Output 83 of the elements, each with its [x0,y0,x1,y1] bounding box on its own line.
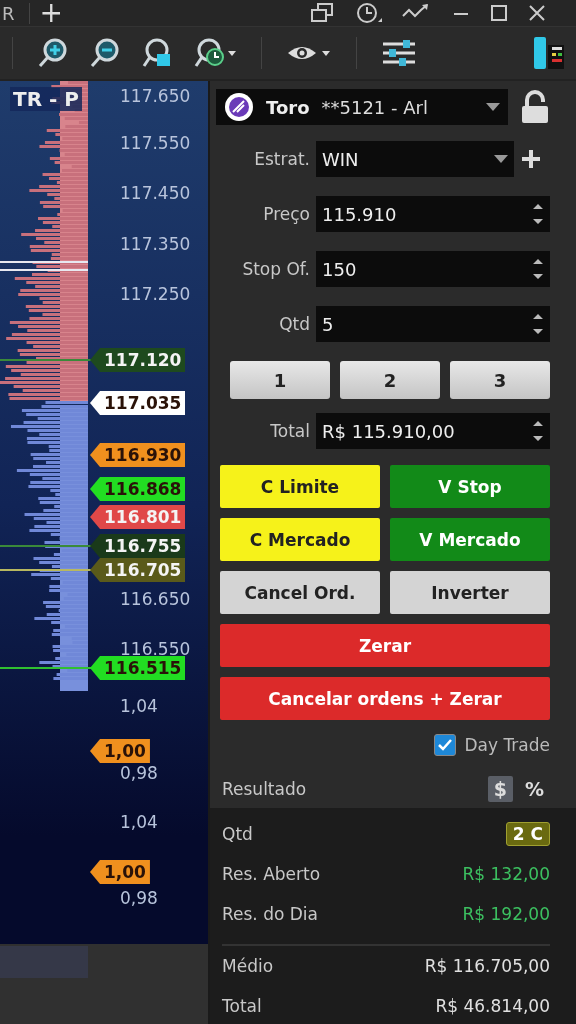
stat-value: R$ 132,00 [462,864,550,884]
stat-label: Qtd [222,824,254,844]
field-label: Stop Of. [241,259,311,279]
section-title: Resultado [222,779,308,799]
price-label: 116.650 [120,589,191,609]
chart-title: TR - P [10,87,82,111]
number-field[interactable]: 115.910 [316,196,550,232]
order-button[interactable]: C Limite [220,465,380,508]
close-icon[interactable] [528,4,546,22]
order-button[interactable]: Inverter [390,571,550,614]
stat-label: Médio [222,956,275,976]
account-number: **5121 - Arl [321,96,429,118]
strategy-dropdown[interactable]: WIN [316,141,514,177]
price-label: 117.250 [120,284,191,304]
price-label: 117.350 [120,234,191,254]
price-label: 1,04 [120,812,158,832]
windows-icon[interactable] [310,2,336,24]
price-tag: 117.120 [90,348,186,372]
stat-value: R$ 46.814,00 [435,996,550,1016]
price-label: 117.550 [120,133,191,153]
quantity-button[interactable]: 2 [340,361,440,399]
spinner-icon[interactable] [532,256,544,282]
caret-icon[interactable] [494,155,508,163]
maximize-icon[interactable] [490,4,508,22]
spinner-icon[interactable] [532,201,544,227]
price-label: 117.650 [120,86,191,106]
price-tag: 116.515 [90,656,186,680]
field-label: Total [269,421,311,441]
settings-sliders-icon[interactable] [381,39,417,67]
tab-label[interactable]: R [0,2,30,24]
account-selector[interactable]: Toro **5121 - Arl [216,89,508,125]
price-tag: 116.755 [90,534,186,558]
zoom-area-icon[interactable] [141,37,173,69]
price-tag: 116.705 [90,558,186,582]
zoom-in-icon[interactable] [37,37,69,69]
stat-label: Total [222,996,263,1016]
stat-label: Res. do Dia [222,904,319,924]
broker-name: Toro [266,96,310,118]
field-label: Estrat. [253,149,311,169]
order-button[interactable]: V Stop [390,465,550,508]
price-tag: 117.035 [90,391,186,415]
order-button[interactable]: C Mercado [220,518,380,561]
checkbox-label: Day Trade [464,735,550,755]
total-field[interactable]: R$ 115.910,00 [316,413,550,449]
price-tag: 116.868 [90,477,186,501]
price-label: 116.550 [120,639,191,659]
day-trade-checkbox[interactable] [434,734,457,756]
order-button[interactable]: Cancel Ord. [220,571,380,614]
zoom-time-icon[interactable] [193,37,237,69]
number-field[interactable]: 5 [316,306,550,342]
stat-label: Res. Aberto [222,864,322,884]
price-label: 0,98 [120,888,158,908]
order-button[interactable]: Cancelar ordens + Zerar [220,677,550,720]
quantity-button[interactable]: 1 [230,361,330,399]
spinner-icon[interactable] [532,311,544,337]
field-label: Qtd [278,314,311,334]
clock-icon[interactable] [356,2,382,24]
price-tag: 1,00 [90,739,150,763]
stat-value: R$ 116.705,00 [424,956,550,976]
zoom-out-icon[interactable] [89,37,121,69]
price-tag: 1,00 [90,860,150,884]
price-label: 1,04 [120,696,158,716]
layout-panel-icon[interactable] [532,35,566,71]
price-tag: 116.801 [90,505,186,529]
price-label: 117.450 [120,183,191,203]
new-tab-button[interactable]: + [29,1,73,25]
unit-toggle[interactable]: % [518,776,550,802]
order-button[interactable]: Zerar [220,624,550,667]
stat-value: R$ 192,00 [462,904,550,924]
check-icon [437,738,454,752]
position-badge: 2 C [505,822,550,846]
quantity-button[interactable]: 3 [450,361,550,399]
caret-icon[interactable] [486,103,500,111]
unlocked-icon[interactable] [520,90,550,124]
order-button[interactable]: V Mercado [390,518,550,561]
price-tag: 116.930 [90,443,186,467]
price-label: 0,98 [120,763,158,783]
field-label: Preço [262,204,311,224]
scrollbar[interactable] [0,946,88,978]
broker-logo-icon [224,92,254,122]
spinner-icon[interactable] [532,418,544,444]
number-field[interactable]: 150 [316,251,550,287]
unit-toggle[interactable]: $ [487,776,513,802]
